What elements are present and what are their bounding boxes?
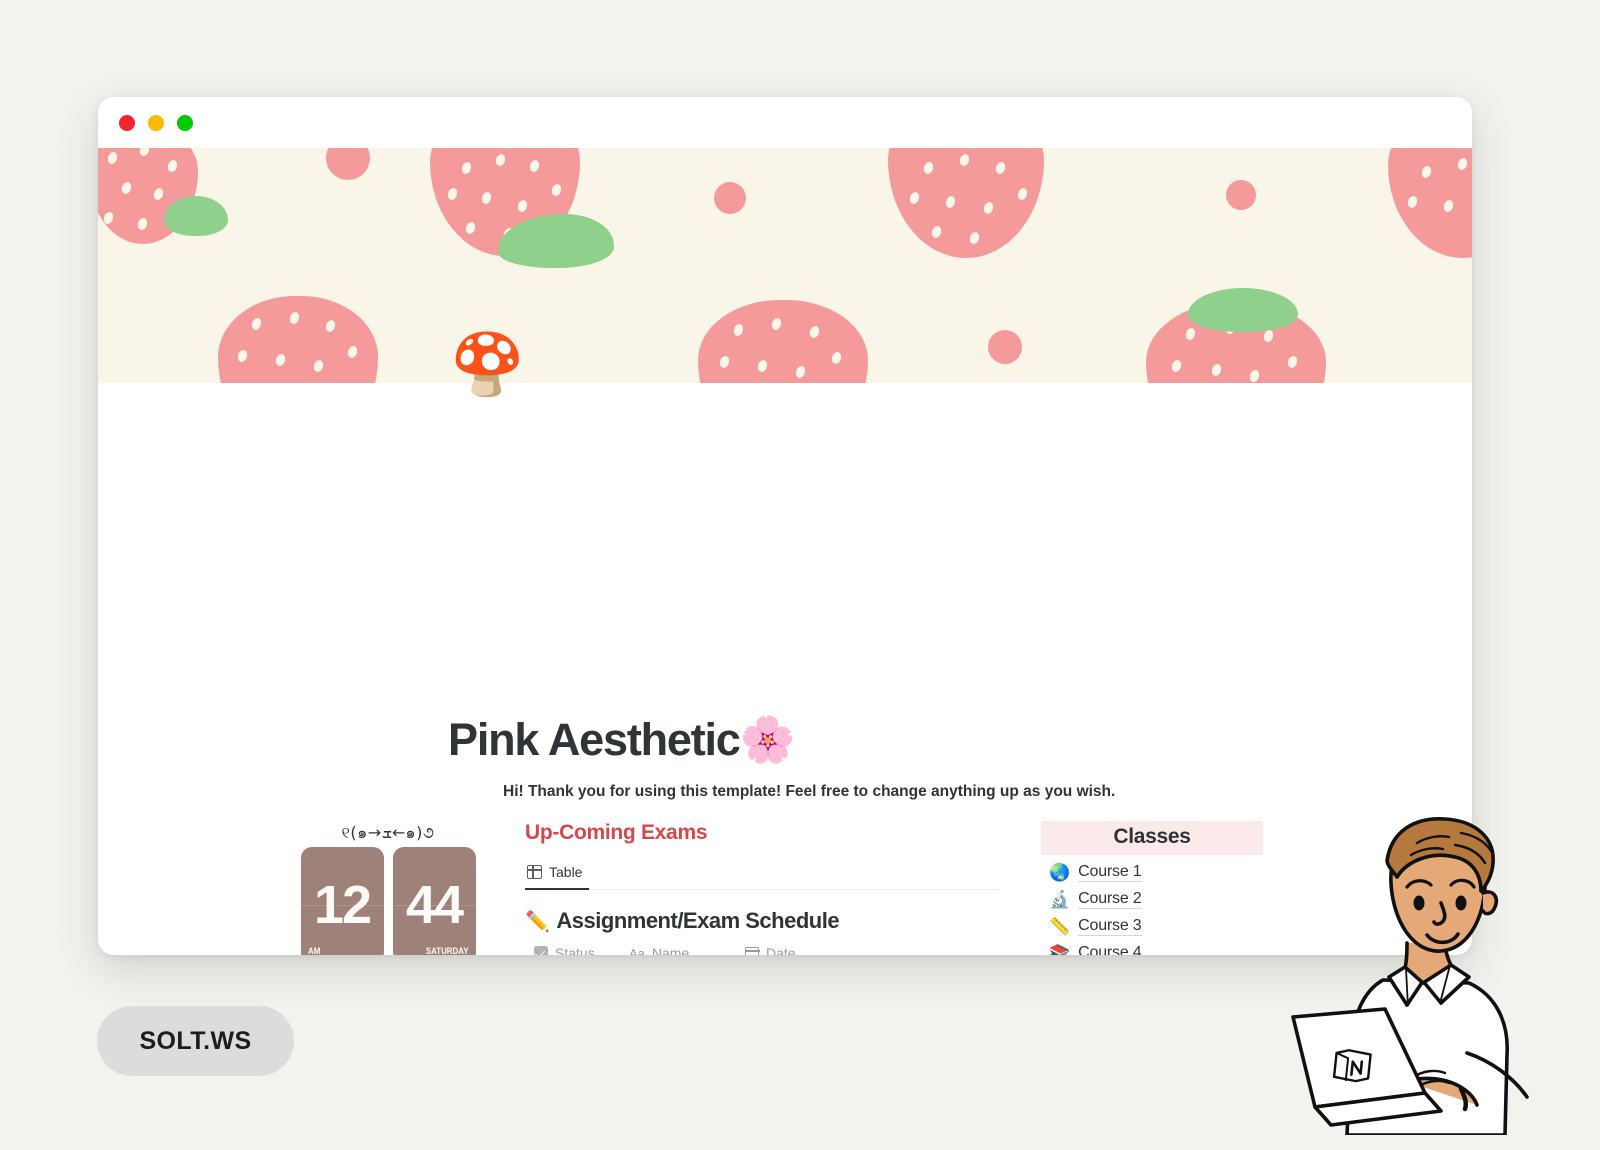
strawberry-decor [988,330,1022,364]
strawberry-decor [218,296,378,383]
globe-icon: 🌏 [1049,863,1071,882]
strawberry-decor [1188,288,1298,332]
page-subtitle: Hi! Thank you for using this template! F… [503,783,1116,800]
database-title-text: Assignment/Exam Schedule [556,908,840,933]
column-label: Date [766,945,796,955]
column-header-empty[interactable] [869,945,999,955]
left-column: ୧(๑→ܫ←๑)૭ 12 AM 44 SATURDAY To-do Daily [293,821,483,955]
microscope-icon: 🔬 [1049,890,1071,909]
ruler-icon: 📏 [1049,917,1071,936]
strawberry-decor [164,196,228,236]
list-item-label: Course 4 [1078,944,1142,955]
upcoming-exams-heading: Up-Coming Exams [525,821,708,844]
classes-panel-header: Classes [1041,821,1263,855]
column-header-date[interactable]: Date [736,945,869,955]
clock-minutes-card: 44 SATURDAY [392,847,476,955]
table-header-row: Status Aa Name Date [525,945,999,955]
list-item-course-1[interactable]: 🌏 Course 1 [1041,859,1263,886]
minimize-window-button[interactable] [148,114,164,131]
clock-hours-card: 12 AM [300,847,384,955]
notion-page-body: 🍄 Pink Aesthetic🌸 Hi! Thank you for usin… [98,335,1472,955]
column-header-status[interactable]: Status [525,945,620,955]
clock-weekday-label: SATURDAY [425,946,469,955]
table-grid-icon [526,864,543,880]
column-label: Name [651,945,690,955]
pencil-icon: ✏️ [525,910,550,933]
strawberry-decor [326,148,370,180]
tab-table-view[interactable]: Table [525,861,590,890]
strawberry-decor [888,148,1044,258]
clock-hours-value: 12 [313,875,372,935]
list-item-course-3[interactable]: 📏 Course 3 [1041,913,1263,940]
browser-window: 🍄 Pink Aesthetic🌸 Hi! Thank you for usin… [98,97,1472,955]
page-icon-mushroom[interactable]: 🍄 [450,335,525,395]
page-cover-banner [98,148,1472,383]
database-title[interactable]: ✏️ Assignment/Exam Schedule [525,908,999,934]
tab-label: Table [549,864,583,880]
checkbox-icon [534,946,548,955]
strawberry-decor [714,182,746,214]
right-column: Classes 🌏 Course 1 🔬 Course 2 📏 Course 3 [1041,821,1263,955]
strawberry-decor [430,148,580,256]
solt-ws-watermark: SOLT.WS [97,1006,294,1076]
list-item-label: Course 3 [1078,917,1142,936]
column-label: Status [555,945,595,955]
close-window-button[interactable] [119,114,135,131]
list-item-label: Course 1 [1078,863,1142,882]
page-columns: ୧(๑→ܫ←๑)૭ 12 AM 44 SATURDAY To-do Daily [98,821,1472,955]
strawberry-decor [1226,180,1256,210]
classes-list: 🌏 Course 1 🔬 Course 2 📏 Course 3 📚 Cours… [1041,859,1263,955]
aa-text-icon: Aa [629,945,645,956]
strawberry-decor [1146,302,1326,383]
list-item-label: Course 2 [1078,890,1142,909]
strawberry-decor [498,214,614,268]
books-icon: 📚 [1049,944,1071,955]
window-titlebar [98,97,1472,148]
column-header-name[interactable]: Aa Name [620,945,736,955]
maximize-window-button[interactable] [177,114,193,131]
strawberry-decor [698,300,868,383]
strawberry-decor [1388,148,1472,258]
calendar-icon [744,946,760,955]
page-title: Pink Aesthetic🌸 [448,714,796,765]
database-view-tabbar: Table [525,861,999,890]
assignment-exam-table: Status Aa Name Date [525,945,999,955]
middle-column: Up-Coming Exams Table ✏️ Assignment/Exam… [525,821,999,955]
flip-clock-widget: 12 AM 44 SATURDAY [293,847,483,955]
list-item-course-4[interactable]: 📚 Course 4 [1041,940,1263,955]
clock-minutes-value: 44 [405,875,464,935]
list-item-course-2[interactable]: 🔬 Course 2 [1041,886,1263,913]
strawberry-decor [98,148,198,244]
kaomoji-text: ୧(๑→ܫ←๑)૭ [341,823,435,842]
clock-meridiem-label: AM [307,946,320,955]
